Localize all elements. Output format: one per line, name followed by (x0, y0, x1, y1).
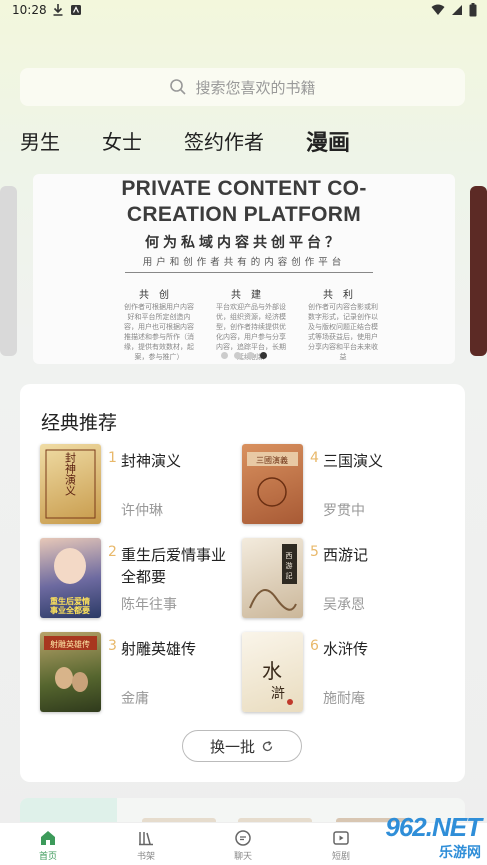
svg-text:重生后爱情: 重生后爱情 (50, 596, 90, 606)
download-icon (53, 4, 63, 16)
banner-headline: 何为私域内容共创平台？ (145, 235, 343, 251)
watermark-logo: 962.NET 乐游网 (356, 812, 487, 865)
book-author: 罗贯中 (323, 503, 365, 519)
banner-title-line1: PRIVATE CONTENT CO- (121, 177, 367, 200)
banner-col-text-1: 创作者可根据用户内容好和平台所定创造内容，用户也可根据内容推描述和参与所作（消缘… (124, 303, 194, 361)
banner-dot[interactable] (247, 352, 254, 359)
home-icon (41, 831, 55, 845)
book-item[interactable]: 封神演义 1 封神演义 许仲琳 (40, 444, 245, 524)
book-title: 射雕英雄传 (121, 640, 197, 658)
status-bar: 10:28 (0, 0, 487, 22)
banner-col-text-3: 创作者可内容合影或利数字形式，记录创作以及与版权问题正结合模式等场获益后，使用户… (308, 303, 378, 361)
book-item[interactable]: 重生后爱情 事业全都要 2 重生后爱情事业全都要 陈年往事 (40, 538, 245, 618)
book-rank: 3 (108, 638, 117, 654)
book-cover: 重生后爱情 事业全都要 (40, 538, 101, 618)
refresh-button[interactable]: 换一批 (182, 730, 302, 762)
tab-male[interactable]: 男生 (20, 126, 60, 155)
banner-title-line2: CREATION PLATFORM (126, 203, 362, 226)
banner-pagination (221, 352, 267, 359)
svg-text:封神演义: 封神演义 (64, 451, 77, 496)
nav-label: 首页 (38, 852, 57, 862)
book-rank: 2 (108, 544, 117, 560)
watermark-big: 962.NET (385, 812, 482, 842)
svg-text:事业全都要: 事业全都要 (50, 605, 90, 615)
nav-home[interactable]: 首页 (18, 829, 78, 862)
banner-col-head-3: 共利 (323, 290, 363, 301)
svg-text:三國演義: 三國演義 (256, 455, 288, 465)
nav-label: 书架 (136, 852, 155, 862)
banner[interactable]: PRIVATE CONTENT CO- CREATION PLATFORM 何为… (33, 174, 455, 364)
book-title: 封神演义 (121, 452, 182, 470)
book-cover: 水滸 (242, 632, 303, 712)
tab-comics[interactable]: 漫画 (306, 125, 350, 157)
book-item[interactable]: 西游記 5 西游记 吴承恩 (242, 538, 447, 618)
banner-subline: 用户和创作者共有的内容创作平台 (142, 257, 346, 268)
search-icon (170, 79, 187, 95)
wifi-icon (431, 4, 445, 15)
tab-female[interactable]: 女士 (102, 126, 142, 155)
banner-col-head-1: 共创 (139, 290, 179, 301)
recommend-panel: 经典推荐 封神演义 1 封神演义 许仲琳 三國演義 4 三国演义 罗贯中 重生后… (20, 384, 465, 782)
book-rank: 4 (310, 450, 319, 466)
book-item[interactable]: 三國演義 4 三国演义 罗贯中 (242, 444, 447, 524)
book-author: 金庸 (121, 691, 149, 707)
book-rank: 6 (310, 638, 319, 654)
svg-text:滸: 滸 (271, 686, 285, 702)
video-icon (333, 831, 349, 845)
book-author: 陈年往事 (121, 597, 177, 613)
book-rank: 1 (108, 450, 117, 466)
svg-text:西: 西 (286, 552, 293, 560)
book-title: 三国演义 (323, 452, 384, 470)
banner-divider (125, 272, 373, 273)
banner-col-head-2: 共建 (231, 290, 271, 301)
chat-icon (235, 830, 251, 846)
signal-icon (452, 5, 462, 15)
section-title: 经典推荐 (41, 412, 118, 434)
book-item[interactable]: 水滸 6 水浒传 施耐庵 (242, 632, 447, 712)
book-author: 吴承恩 (323, 597, 365, 613)
book-cover: 西游記 (242, 538, 303, 618)
watermark-small: 乐游网 (439, 845, 481, 861)
tab-signed-authors[interactable]: 签约作者 (184, 126, 264, 155)
refresh-icon (262, 740, 273, 751)
nav-chat[interactable]: 聊天 (213, 829, 273, 862)
search-placeholder: 搜索您喜欢的书籍 (195, 78, 316, 97)
book-cover: 封神演义 (40, 444, 101, 524)
banner-title: PRIVATE CONTENT CO- CREATION PLATFORM (33, 176, 455, 228)
nav-bookshelf[interactable]: 书架 (116, 829, 176, 862)
book-cover: 射雕英雄传 (40, 632, 101, 712)
book-title: 西游记 (323, 546, 369, 564)
nav-label: 聊天 (233, 852, 252, 862)
book-author: 许仲琳 (121, 503, 163, 519)
svg-text:射雕英雄传: 射雕英雄传 (50, 639, 90, 649)
bookshelf-icon (139, 832, 153, 846)
banner-next-peek[interactable] (470, 186, 487, 356)
battery-icon (469, 3, 477, 17)
notification-icon (71, 5, 81, 15)
book-title: 重生后爱情事业全都要 (121, 546, 227, 586)
book-title: 水浒传 (323, 640, 369, 658)
book-rank: 5 (310, 544, 319, 560)
svg-text:游: 游 (286, 561, 293, 570)
book-author: 施耐庵 (323, 691, 365, 707)
search-input[interactable]: 搜索您喜欢的书籍 (20, 68, 465, 106)
refresh-label: 换一批 (209, 737, 255, 756)
book-item[interactable]: 射雕英雄传 3 射雕英雄传 金庸 (40, 632, 245, 712)
svg-text:水: 水 (262, 659, 282, 683)
banner-dot-active[interactable] (260, 352, 267, 359)
svg-text:記: 記 (286, 571, 293, 580)
status-time: 10:28 (12, 3, 47, 17)
banner-dot[interactable] (221, 352, 228, 359)
banner-prev-peek[interactable] (0, 186, 17, 356)
banner-dot[interactable] (234, 352, 241, 359)
book-cover: 三國演義 (242, 444, 303, 524)
